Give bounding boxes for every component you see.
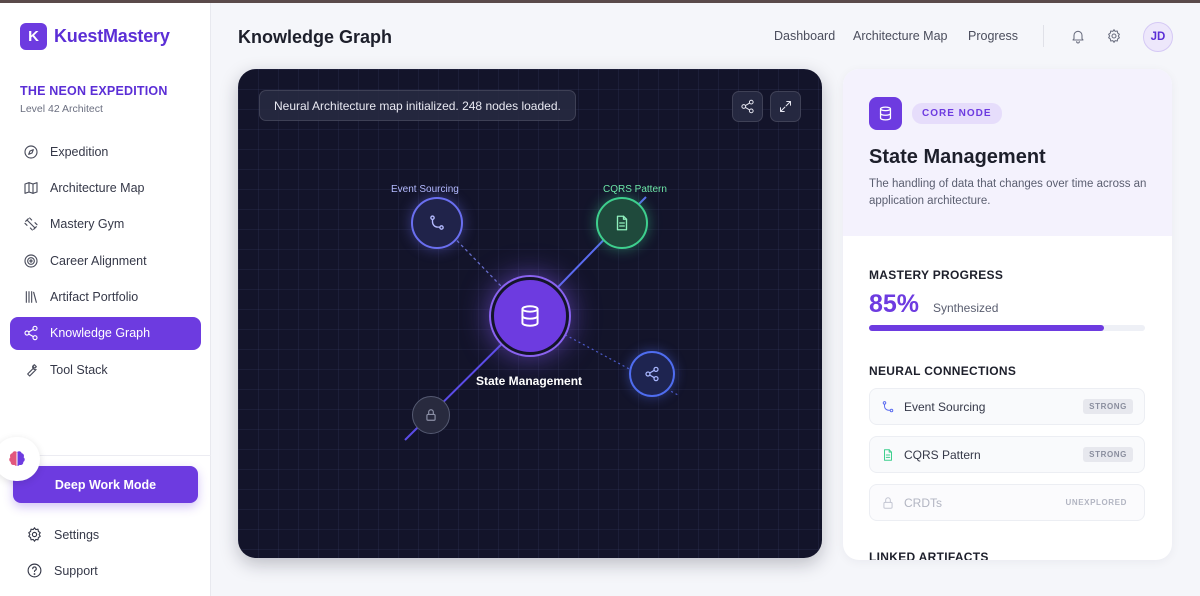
expedition-level: Level 42 Architect — [20, 103, 103, 115]
sidebar-item-career-alignment[interactable]: Career Alignment — [10, 244, 201, 277]
node-event-sourcing[interactable] — [411, 197, 463, 249]
dumbbell-icon — [24, 217, 38, 231]
compass-icon — [24, 144, 38, 159]
library-icon — [25, 291, 37, 303]
document-icon — [884, 448, 892, 461]
connection-label: CRDTs — [904, 495, 942, 510]
support-label: Support — [54, 563, 98, 578]
node-label-cqrs: CQRS Pattern — [603, 184, 667, 195]
node-title: State Management — [869, 146, 1046, 168]
linked-artifacts-title: LINKED ARTIFACTS — [869, 550, 989, 560]
share-icon — [645, 366, 659, 382]
node-connected[interactable] — [629, 351, 675, 397]
graph-status-toast: Neural Architecture map initialized. 248… — [259, 90, 576, 121]
sidebar-item-mastery-gym[interactable]: Mastery Gym — [10, 208, 201, 241]
connection-label: CQRS Pattern — [904, 447, 981, 462]
app-name: KuestMastery — [54, 26, 170, 46]
core-node-badge: CORE NODE — [912, 103, 1002, 124]
mastery-progress-fill — [869, 325, 1104, 331]
database-icon — [879, 106, 892, 121]
connection-cqrs-pattern[interactable]: CQRS Pattern STRONG — [869, 436, 1145, 473]
bell-icon — [1072, 30, 1084, 44]
node-locked[interactable] — [412, 396, 450, 434]
connection-strength-badge: UNEXPLORED — [1065, 498, 1127, 507]
git-merge-icon — [882, 400, 894, 412]
header-divider — [1043, 25, 1044, 47]
topnav-architecture-map[interactable]: Architecture Map — [853, 29, 947, 43]
page-title: Knowledge Graph — [238, 27, 393, 47]
sidebar-item-knowledge-graph[interactable]: Knowledge Graph — [10, 316, 201, 350]
app-logo[interactable]: K KuestMastery — [20, 23, 170, 50]
document-icon — [616, 215, 628, 231]
share-icon — [24, 326, 38, 341]
settings-link[interactable]: Settings — [26, 526, 99, 543]
sidebar-item-artifact-portfolio[interactable]: Artifact Portfolio — [10, 281, 201, 314]
sidebar-nav: Expedition Architecture Map Mastery Gym … — [10, 135, 201, 390]
mastery-percent: 85% — [869, 290, 920, 318]
settings-button[interactable] — [1106, 28, 1122, 44]
connection-strength-badge: STRONG — [1083, 399, 1133, 414]
sidebar-item-label: Artifact Portfolio — [50, 290, 139, 305]
sidebar-item-architecture-map[interactable]: Architecture Map — [10, 171, 201, 204]
connection-label: Event Sourcing — [904, 399, 986, 414]
avatar[interactable]: JD — [1143, 22, 1173, 52]
sidebar-item-label: Knowledge Graph — [50, 326, 151, 341]
sidebar: K KuestMastery THE NEON EXPEDITION Level… — [0, 3, 211, 596]
fullscreen-button[interactable] — [770, 91, 801, 122]
support-link[interactable]: Support — [26, 562, 98, 579]
sidebar-item-label: Career Alignment — [50, 253, 147, 268]
database-icon — [521, 305, 539, 327]
settings-label: Settings — [54, 527, 100, 542]
lock-icon — [426, 409, 436, 421]
target-icon — [24, 254, 38, 268]
sidebar-item-tool-stack[interactable]: Tool Stack — [10, 353, 201, 386]
node-cqrs-pattern[interactable] — [596, 197, 648, 249]
share-icon — [741, 99, 754, 114]
connection-event-sourcing[interactable]: Event Sourcing STRONG — [869, 388, 1145, 425]
sidebar-item-expedition[interactable]: Expedition — [10, 135, 201, 168]
topnav-progress[interactable]: Progress — [968, 29, 1018, 43]
mastery-progress-title: MASTERY PROGRESS — [869, 268, 1004, 282]
expedition-title: THE NEON EXPEDITION — [20, 84, 168, 98]
node-detail-panel: CORE NODE State Management The handling … — [843, 69, 1172, 560]
mastery-progress-bar — [869, 325, 1145, 331]
gear-icon — [1108, 29, 1120, 43]
knowledge-graph-canvas[interactable]: Neural Architecture map initialized. 248… — [238, 69, 822, 558]
sidebar-item-label: Expedition — [50, 144, 109, 159]
sidebar-item-label: Tool Stack — [50, 362, 108, 377]
mastery-status: Synthesized — [933, 301, 999, 315]
gear-icon — [28, 527, 41, 542]
lock-icon — [883, 496, 893, 509]
logo-mark: K — [20, 23, 47, 50]
brain-icon — [9, 451, 25, 466]
neural-connections-title: NEURAL CONNECTIONS — [869, 364, 1017, 378]
wrench-icon — [27, 363, 37, 377]
notifications-button[interactable] — [1070, 28, 1086, 44]
deep-work-mode-button[interactable]: Deep Work Mode — [13, 466, 198, 503]
sidebar-item-label: Architecture Map — [50, 180, 145, 195]
node-label-event-sourcing: Event Sourcing — [391, 184, 459, 195]
node-description: The handling of data that changes over t… — [869, 178, 1147, 207]
connection-strength-badge: STRONG — [1083, 447, 1133, 462]
expand-icon — [780, 101, 791, 112]
git-merge-icon — [430, 215, 444, 230]
map-icon — [24, 181, 38, 194]
sidebar-item-label: Mastery Gym — [50, 217, 125, 232]
connection-crdts[interactable]: CRDTs UNEXPLORED — [869, 484, 1145, 521]
help-icon — [27, 563, 42, 578]
share-graph-button[interactable] — [732, 91, 763, 122]
node-label-state-management: State Management — [476, 374, 583, 388]
app-window: K KuestMastery THE NEON EXPEDITION Level… — [0, 3, 1200, 596]
node-state-management[interactable] — [491, 277, 569, 355]
core-node-icon — [869, 97, 902, 130]
topnav-dashboard[interactable]: Dashboard — [774, 29, 835, 43]
